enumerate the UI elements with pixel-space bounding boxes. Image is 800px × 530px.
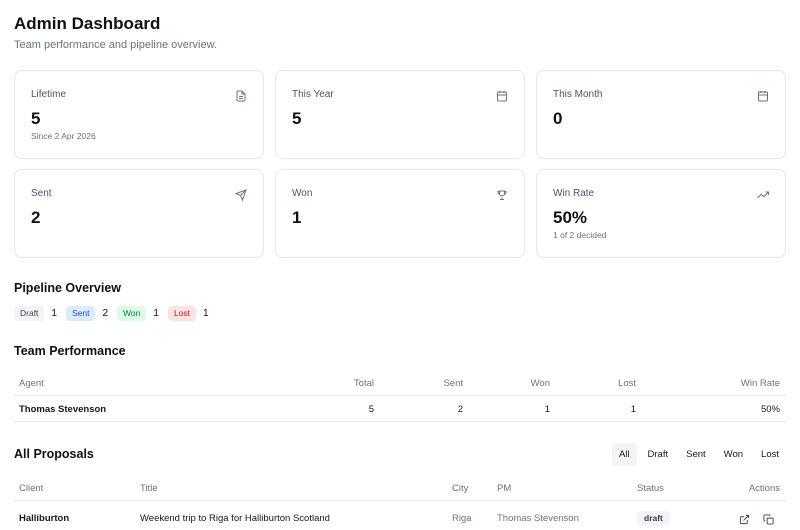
stat-subtext: 1 of 2 decided bbox=[553, 230, 607, 240]
agent-name: Thomas Stevenson bbox=[19, 404, 107, 415]
pipeline-title: Pipeline Overview bbox=[14, 281, 121, 295]
copy-icon[interactable] bbox=[763, 514, 774, 525]
stat-card-sent: Sent 2 bbox=[14, 169, 264, 258]
stat-card-won: Won 1 bbox=[275, 169, 525, 258]
column-header-title: Title bbox=[140, 483, 158, 494]
pipeline-sent-pill: Sent bbox=[65, 306, 96, 321]
pipeline-summary: Draft 1 Sent 2 Won 1 Lost 1 bbox=[14, 306, 218, 321]
document-icon bbox=[236, 90, 246, 102]
team-performance-title: Team Performance bbox=[14, 344, 126, 358]
column-header-status: Status bbox=[637, 483, 664, 494]
stat-card-this-year: This Year 5 bbox=[275, 70, 525, 159]
status-badge: draft bbox=[637, 511, 670, 525]
stat-label: Win Rate bbox=[553, 188, 595, 199]
filter-draft-button[interactable]: Draft bbox=[641, 443, 676, 466]
stat-card-this-month: This Month 0 bbox=[536, 70, 786, 159]
column-header-sent: Sent bbox=[443, 378, 463, 389]
filter-all-button[interactable]: All bbox=[611, 443, 637, 466]
proposal-client: Halliburton bbox=[19, 513, 70, 524]
table-row: Thomas Stevenson 5 2 1 1 50% bbox=[14, 396, 786, 422]
pipeline-lost-count: 1 bbox=[203, 308, 209, 319]
page-subtitle: Team performance and pipeline overview. bbox=[14, 39, 218, 51]
stat-value: 5 bbox=[292, 109, 302, 128]
stat-label: Sent bbox=[31, 188, 52, 199]
filter-lost-button[interactable]: Lost bbox=[754, 443, 786, 466]
stat-card-win-rate: Win Rate 50% 1 of 2 decided bbox=[536, 169, 786, 258]
column-header-pm: PM bbox=[497, 483, 512, 494]
stat-label: This Month bbox=[553, 89, 603, 100]
agent-lost: 1 bbox=[630, 404, 636, 415]
pipeline-won-count: 1 bbox=[153, 308, 159, 319]
agent-won: 1 bbox=[544, 404, 550, 415]
stat-subtext: Since 2 Apr 2026 bbox=[31, 131, 96, 141]
pipeline-draft-count: 1 bbox=[51, 308, 57, 319]
send-icon bbox=[235, 189, 247, 201]
column-header-total: Total bbox=[353, 378, 374, 389]
column-header-actions: Actions bbox=[748, 483, 780, 494]
calendar-icon bbox=[758, 91, 768, 102]
pipeline-won-pill: Won bbox=[117, 306, 147, 321]
proposal-pm: Thomas Stevenson bbox=[497, 513, 579, 524]
pipeline-draft-pill: Draft bbox=[14, 306, 45, 321]
trending-up-icon bbox=[757, 191, 769, 199]
proposal-title[interactable]: Weekend trip to Riga for Halliburton Sco… bbox=[140, 513, 330, 524]
stat-value: 0 bbox=[553, 109, 563, 128]
filter-won-button[interactable]: Won bbox=[717, 443, 750, 466]
team-table-header: Agent Total Sent Won Lost Win Rate bbox=[14, 370, 786, 396]
column-header-lost: Lost bbox=[618, 378, 636, 389]
stat-label: Lifetime bbox=[31, 89, 67, 100]
column-header-won: Won bbox=[530, 378, 550, 389]
stat-value: 5 bbox=[31, 109, 41, 128]
stat-label: Won bbox=[292, 188, 313, 199]
table-row[interactable]: Halliburton Weekend trip to Riga for Hal… bbox=[14, 503, 786, 530]
agent-total: 5 bbox=[368, 404, 374, 415]
column-header-client: Client bbox=[19, 483, 44, 494]
pipeline-sent-count: 2 bbox=[102, 308, 109, 319]
external-link-icon[interactable] bbox=[739, 514, 750, 525]
stat-label: This Year bbox=[292, 89, 334, 100]
proposal-city: Riga bbox=[452, 513, 472, 524]
stat-value: 50% bbox=[553, 208, 588, 227]
agent-sent: 2 bbox=[457, 404, 463, 415]
stat-value: 1 bbox=[292, 208, 302, 227]
proposals-table-header: Client Title City PM Status Actions bbox=[14, 475, 786, 501]
page-title: Admin Dashboard bbox=[14, 14, 161, 33]
column-header-agent: Agent bbox=[19, 378, 44, 389]
pipeline-lost-pill: Lost bbox=[167, 306, 197, 321]
agent-win-rate: 50% bbox=[760, 404, 780, 415]
filter-sent-button[interactable]: Sent bbox=[679, 443, 713, 466]
trophy-icon bbox=[497, 190, 507, 200]
column-header-city: City bbox=[452, 483, 469, 494]
stat-value: 2 bbox=[31, 208, 41, 227]
calendar-icon bbox=[497, 91, 507, 102]
all-proposals-title: All Proposals bbox=[14, 447, 94, 461]
stat-card-lifetime: Lifetime 5 Since 2 Apr 2026 bbox=[14, 70, 264, 159]
proposal-filter-tabs: All Draft Sent Won Lost bbox=[611, 443, 786, 466]
column-header-win-rate: Win Rate bbox=[740, 378, 780, 389]
